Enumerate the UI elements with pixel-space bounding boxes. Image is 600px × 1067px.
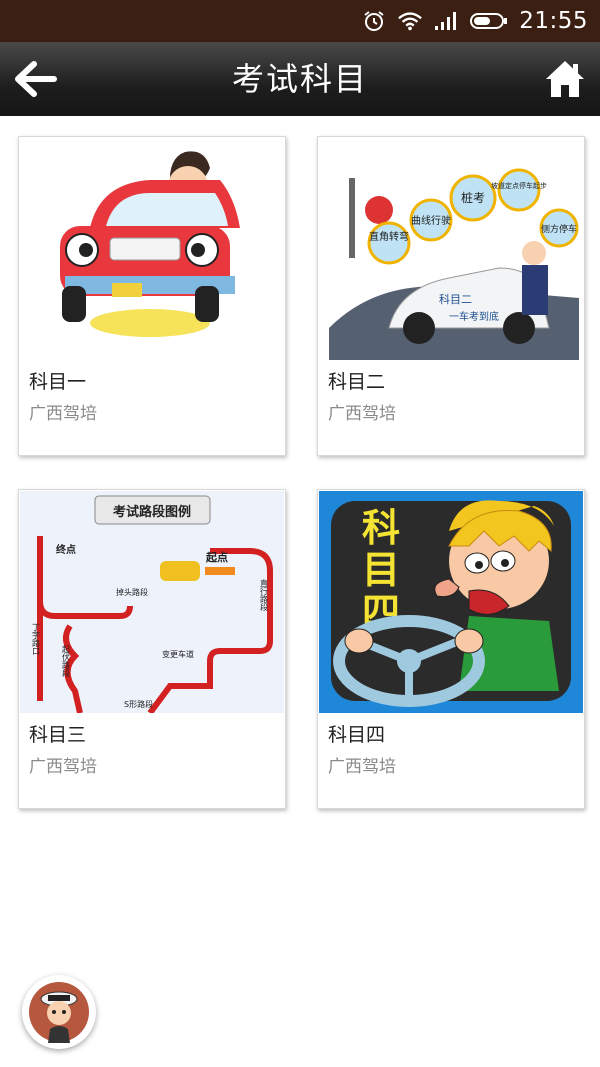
page-title: 考试科目 [231, 60, 368, 98]
card-title: 科目一 [29, 371, 87, 393]
card-subtitle: 广西驾培 [29, 757, 97, 777]
floating-avatar-button[interactable] [22, 975, 96, 1049]
subject-card-1[interactable]: 科目一 广西驾培 [18, 136, 286, 456]
home-icon [546, 61, 584, 97]
map-label: 起伏路段 [62, 645, 71, 678]
map-label: S形路段 [124, 699, 153, 709]
signal-icon [433, 10, 459, 32]
subject-card-4[interactable]: 科 目 四 科目四 广西驾培 [317, 489, 585, 809]
card-image-angry-driver: 科 目 四 [319, 491, 583, 713]
sign-label: 曲线行驶 [411, 214, 451, 227]
home-button[interactable] [544, 58, 586, 100]
status-time: 21:55 [519, 8, 588, 34]
subject-card-2[interactable]: 直角转弯 曲线行驶 桩考 坡道定点停车起步 侧方停车 科目二 一车考到底 科目二… [317, 136, 585, 456]
title-char: 目 [362, 548, 400, 592]
card-subtitle: 广西驾培 [328, 757, 396, 777]
subject-card-3[interactable]: 考试路段图例 终点 起点 掉头路段 直行路段 丁字路口 起伏路段 变更车道 S形… [18, 489, 286, 809]
map-label: 变更车道 [162, 649, 194, 659]
sign-label: 坡道定点停车起步 [491, 181, 547, 190]
title-char: 科 [362, 506, 400, 550]
car-label: 一车考到底 [449, 310, 499, 323]
card-title: 科目四 [328, 724, 386, 746]
card-image-car-police: 直角转弯 曲线行驶 桩考 坡道定点停车起步 侧方停车 科目二 一车考到底 [319, 138, 583, 360]
car-label: 科目二 [439, 292, 472, 306]
card-image-route-map: 考试路段图例 终点 起点 掉头路段 直行路段 丁字路口 起伏路段 变更车道 S形… [20, 491, 284, 713]
card-title: 科目三 [29, 724, 87, 746]
wifi-icon [397, 10, 423, 32]
sign-label: 侧方停车 [541, 223, 577, 235]
battery-icon [469, 10, 509, 32]
card-subtitle: 广西驾培 [328, 404, 396, 424]
sign-label: 桩考 [461, 190, 485, 205]
map-label: 丁字路口 [32, 623, 41, 655]
map-title: 考试路段图例 [113, 504, 191, 520]
map-label: 直行路段 [260, 578, 269, 612]
avatar-icon [29, 982, 89, 1043]
alarm-icon [361, 10, 387, 32]
map-label: 终点 [56, 543, 76, 556]
card-subtitle: 广西驾培 [29, 404, 97, 424]
map-label: 掉头路段 [116, 587, 148, 597]
nav-bar: 考试科目 [0, 42, 600, 116]
sign-label: 直角转弯 [369, 230, 409, 243]
card-title: 科目二 [328, 371, 386, 393]
map-label: 起点 [205, 550, 228, 564]
card-image-driver-car [20, 138, 284, 360]
status-bar: 21:55 [0, 0, 600, 42]
